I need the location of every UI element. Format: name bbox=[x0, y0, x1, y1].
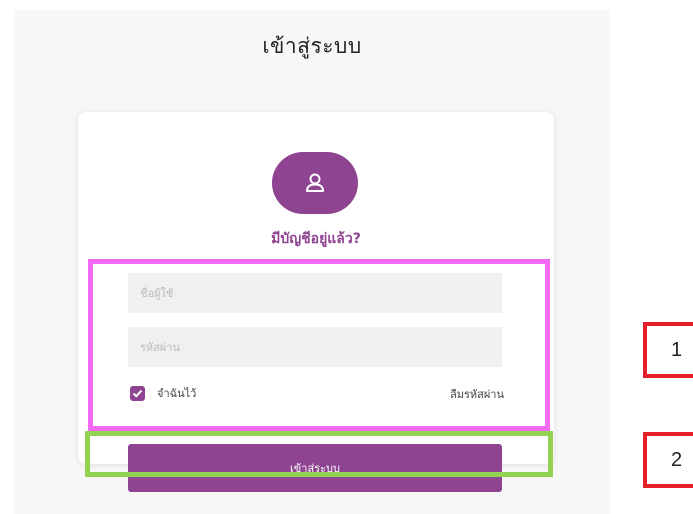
avatar bbox=[272, 152, 358, 214]
password-input[interactable] bbox=[128, 327, 502, 367]
page-title: เข้าสู่ระบบ bbox=[262, 34, 362, 58]
annotation-marker-1: 1 bbox=[643, 322, 693, 378]
remember-me[interactable]: จำฉันไว้ bbox=[130, 384, 196, 402]
annotation-marker-2: 2 bbox=[643, 432, 693, 488]
forgot-password-link[interactable]: ลืมรหัสผ่าน bbox=[384, 385, 504, 403]
card-heading: มีบัญชีอยู่แล้ว? bbox=[271, 231, 361, 247]
login-button[interactable]: เข้าสู่ระบบ bbox=[128, 444, 502, 492]
remember-me-label: จำฉันไว้ bbox=[157, 387, 197, 400]
remember-me-checkbox[interactable] bbox=[130, 385, 145, 401]
username-input[interactable] bbox=[128, 273, 502, 313]
user-icon bbox=[306, 173, 324, 192]
check-icon bbox=[132, 389, 143, 398]
